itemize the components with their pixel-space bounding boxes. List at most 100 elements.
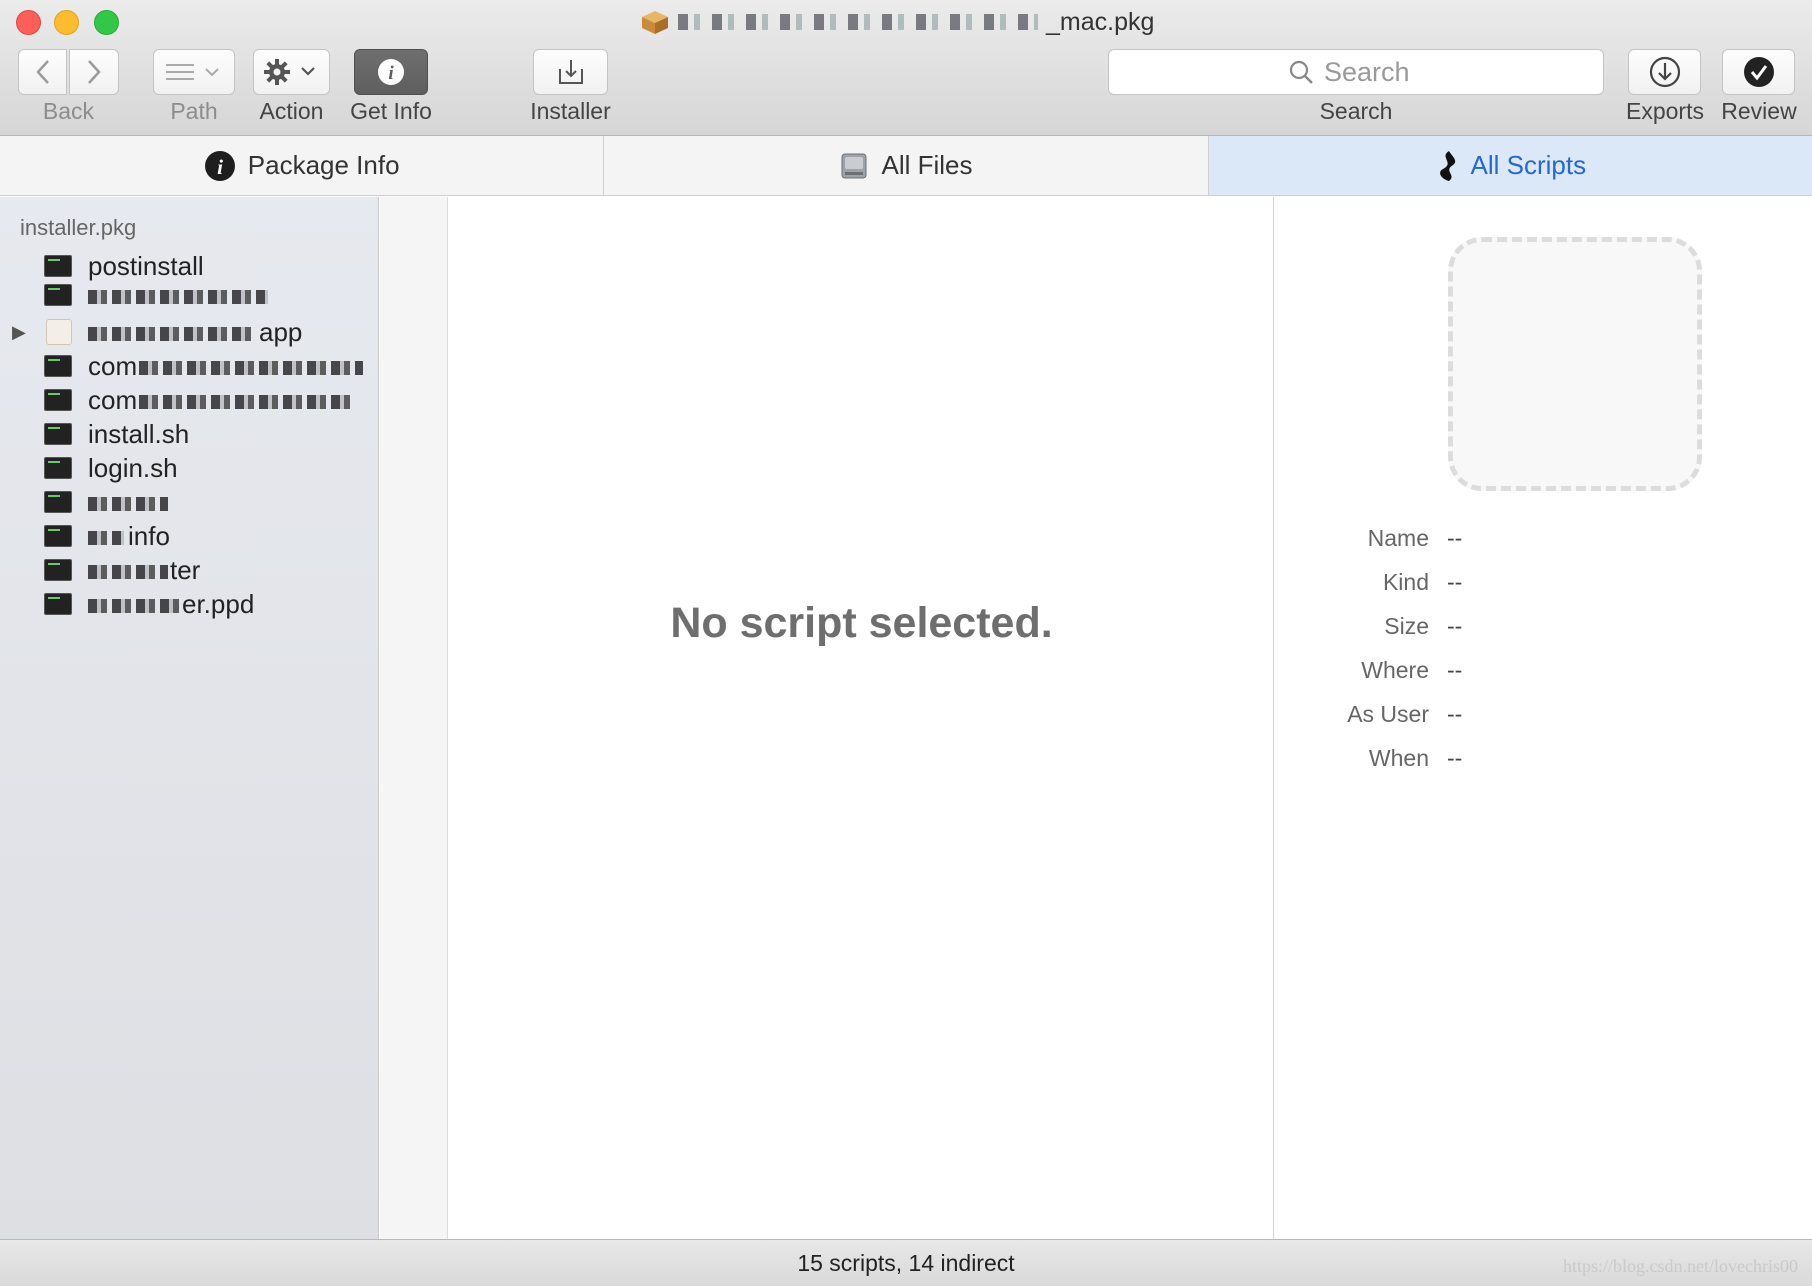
inspector-value: -- — [1447, 612, 1463, 639]
path-label: Path — [170, 98, 218, 124]
info-icon: i — [204, 150, 235, 181]
chevron-left-icon — [35, 60, 49, 84]
inspector-value: -- — [1447, 568, 1463, 595]
placeholder-icon — [1448, 237, 1702, 491]
action-button[interactable] — [253, 49, 330, 95]
svg-text:i: i — [388, 63, 394, 84]
inspector-value: -- — [1447, 656, 1463, 683]
disclosure-triangle-icon[interactable]: ▶ — [12, 322, 26, 343]
title-redacted — [678, 14, 1038, 30]
inspector-row-kind: Kind -- — [1275, 562, 1812, 602]
review-button[interactable] — [1722, 49, 1795, 95]
inspector-row-when: When -- — [1275, 738, 1812, 778]
download-circle-icon — [1649, 56, 1680, 88]
review-label: Review — [1721, 98, 1797, 124]
watermark-text: https://blog.csdn.net/lovechris00 — [1563, 1256, 1798, 1276]
terminal-icon — [44, 423, 72, 445]
back-button[interactable] — [18, 49, 67, 95]
script-item[interactable]: ▶ app — [0, 315, 379, 349]
window-title: _mac.pkg — [640, 6, 1154, 38]
terminal-icon — [44, 284, 72, 306]
exports-button[interactable] — [1628, 49, 1701, 95]
inspector-row-as-user: As User -- — [1275, 694, 1812, 734]
script-name-redacted — [88, 280, 268, 311]
search-input[interactable] — [1324, 56, 1424, 88]
script-item[interactable]: com — [0, 383, 379, 417]
checkmark-circle-icon — [1743, 57, 1774, 87]
script-name: login.sh — [88, 452, 178, 483]
inspector-label: Name — [1367, 524, 1429, 551]
tab-package-info[interactable]: i Package Info — [0, 136, 605, 195]
script-name: install.sh — [88, 418, 190, 449]
path-button[interactable] — [153, 49, 235, 95]
get-info-button[interactable]: i — [354, 49, 428, 95]
package-icon — [642, 11, 668, 34]
inspector-label: Where — [1361, 656, 1429, 683]
script-content-area: No script selected. — [449, 197, 1274, 1239]
terminal-icon — [44, 525, 72, 547]
script-name: com — [88, 351, 364, 382]
status-text: 15 scripts, 14 indirect — [797, 1249, 1015, 1276]
inspector-panel: Name -- Kind -- Size -- Where -- As User… — [1275, 197, 1812, 1239]
inspector-label: As User — [1347, 700, 1429, 727]
inspector-label: Kind — [1382, 568, 1429, 595]
script-item[interactable]: er.ppd — [0, 587, 379, 621]
empty-state-message: No script selected. — [670, 599, 1053, 647]
terminal-icon — [44, 559, 72, 581]
info-icon: i — [378, 59, 404, 85]
tab-all-scripts[interactable]: All Scripts — [1208, 136, 1812, 195]
script-name: com — [88, 385, 355, 416]
close-window-button[interactable] — [16, 10, 41, 35]
disk-icon — [841, 153, 867, 178]
terminal-icon — [44, 255, 72, 277]
terminal-icon — [44, 355, 72, 377]
inspector-row-where: Where -- — [1275, 650, 1812, 690]
inspector-label: When — [1368, 744, 1429, 771]
terminal-icon — [44, 491, 72, 513]
tab-bar: i Package Info All Files All Scripts — [0, 136, 1812, 196]
script-name: app — [88, 317, 302, 348]
installer-button[interactable] — [533, 49, 608, 95]
back-label: Back — [42, 98, 95, 124]
script-name: ter — [88, 555, 200, 586]
inspector-row-name: Name -- — [1275, 518, 1812, 558]
tab-label: All Files — [881, 150, 973, 180]
inspector-label: Size — [1384, 612, 1429, 639]
installer-label: Installer — [530, 98, 611, 124]
zoom-window-button[interactable] — [94, 10, 119, 35]
terminal-icon — [44, 389, 72, 411]
list-icon — [166, 64, 219, 80]
inspector-value: -- — [1447, 700, 1463, 727]
script-item[interactable]: install.sh — [0, 417, 379, 451]
search-icon — [1289, 60, 1313, 84]
script-icon — [1439, 150, 1455, 181]
forward-button[interactable] — [69, 49, 119, 95]
chevron-right-icon — [88, 60, 101, 84]
app-window: _mac.pkg Back Path Action i Get Info Ins… — [0, 0, 1812, 1286]
inspector-row-size: Size -- — [1275, 606, 1812, 646]
action-label: Action — [259, 98, 324, 124]
script-item[interactable]: login.sh — [0, 451, 379, 485]
script-item[interactable]: com — [0, 349, 379, 383]
script-name: er.ppd — [88, 589, 254, 620]
tab-all-files[interactable]: All Files — [604, 136, 1209, 195]
script-item[interactable] — [0, 278, 379, 312]
status-bar: 15 scripts, 14 indirect — [0, 1239, 1812, 1286]
search-label: Search — [1319, 98, 1393, 124]
terminal-icon — [44, 593, 72, 615]
exports-label: Exports — [1626, 98, 1704, 124]
script-name-redacted — [88, 487, 168, 518]
script-item[interactable] — [0, 485, 379, 519]
script-item[interactable]: ter — [0, 553, 379, 587]
titlebar: _mac.pkg Back Path Action i Get Info Ins… — [0, 0, 1812, 136]
tab-label: Package Info — [247, 150, 400, 180]
script-item[interactable]: info — [0, 519, 379, 553]
script-name: info — [88, 521, 170, 552]
tab-label: All Scripts — [1470, 150, 1587, 180]
app-icon — [46, 319, 72, 345]
search-field[interactable] — [1108, 49, 1604, 95]
svg-text:i: i — [217, 155, 223, 179]
minimize-window-button[interactable] — [54, 10, 79, 35]
script-sidebar: installer.pkg postinstall ▶ app com com … — [0, 197, 379, 1239]
line-number-gutter — [380, 197, 448, 1239]
